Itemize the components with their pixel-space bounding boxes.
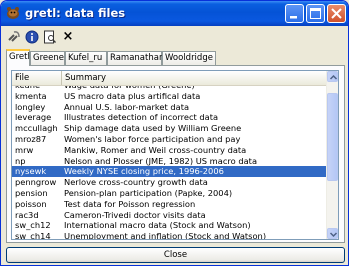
tab-gretl[interactable]: Gretl <box>6 49 30 66</box>
file-cell: penngrow <box>15 177 57 188</box>
summary-cell: Test data for Poisson regression <box>64 198 196 209</box>
table-row[interactable]: np Nelson and Plosser (JME, 1982) US macr… <box>12 156 327 167</box>
table-row[interactable]: leverage Illustrates detection of incorre… <box>12 112 327 123</box>
minimize-button[interactable] <box>285 4 304 23</box>
column-header-file[interactable]: File <box>12 71 62 85</box>
toolbar: × <box>5 28 344 46</box>
file-cell: mccullagh <box>15 123 58 134</box>
summary-cell: Nelson and Plosser (JME, 1982) US macro … <box>64 155 258 166</box>
tab-panel: File Summary keaneWage data for women (G… <box>6 65 345 243</box>
file-cell: poisson <box>15 198 47 209</box>
list-header: File Summary <box>12 71 327 86</box>
scroll-thumb[interactable] <box>327 93 338 181</box>
vertical-scrollbar[interactable] <box>326 71 338 239</box>
tab-ramanathan[interactable]: Ramanathan <box>107 51 164 66</box>
file-cell: nysewk <box>15 166 47 177</box>
file-cell: rac3d <box>15 209 39 220</box>
close-window-button[interactable] <box>327 4 346 23</box>
column-header-summary[interactable]: Summary <box>62 71 327 85</box>
table-row[interactable]: nysewk Weekly NYSE closing price, 1996-20… <box>12 166 327 178</box>
file-cell: mrw <box>15 144 34 155</box>
table-row[interactable]: poisson Test data for Poisson regression <box>12 199 327 210</box>
title-bar[interactable]: gretl: data files <box>1 1 348 26</box>
table-row[interactable]: rac3d Cameron-Trivedi doctor visits data <box>12 210 327 221</box>
gretl-app-icon <box>5 5 21 21</box>
summary-cell: Cameron-Trivedi doctor visits data <box>64 209 206 220</box>
file-cell: sw_ch12 <box>15 220 51 231</box>
summary-cell: International macro data (Stock and Wats… <box>64 220 251 231</box>
table-row[interactable]: penngrow Nerlove cross-country growth dat… <box>12 177 327 188</box>
file-cell: mroz87 <box>15 133 47 144</box>
file-cell: pension <box>15 187 48 198</box>
summary-cell: Illustrates detection of incorrect data <box>64 112 219 123</box>
window-title: gretl: data files <box>25 6 126 20</box>
tab-kufel-ru[interactable]: Kufel_ru <box>65 51 107 66</box>
list-rows: keaneWage data for women (Greene)kmentaU… <box>12 86 327 239</box>
scroll-up-arrow-icon[interactable] <box>327 71 338 82</box>
table-row[interactable]: sw_ch14 Unemployment and inflation (Stock… <box>12 231 327 239</box>
table-row[interactable]: mroz87 Women's labor force participation … <box>12 134 327 145</box>
table-row[interactable]: mrw Mankiw, Romer and Weil cross-country … <box>12 145 327 156</box>
summary-cell: Pension-plan participation (Papke, 2004) <box>64 187 233 198</box>
info-icon[interactable] <box>23 28 41 46</box>
tab-bar: Gretl Greene Kufel_ru Ramanathan Wooldri… <box>6 49 343 66</box>
data-files-list[interactable]: File Summary keaneWage data for women (G… <box>11 70 339 240</box>
table-row[interactable]: longley Annual U.S. labor-market data <box>12 102 327 113</box>
table-row[interactable]: sw_ch12 International macro data (Stock a… <box>12 220 327 231</box>
table-row[interactable]: kmenta US macro data plus artifical data <box>12 91 327 102</box>
close-button[interactable]: Close <box>6 247 345 263</box>
maximize-button[interactable] <box>306 4 325 23</box>
file-cell: longley <box>15 101 46 112</box>
data-files-window: gretl: data files × Gretl Greene Kufel_r… <box>0 0 349 266</box>
file-cell: kmenta <box>15 90 47 101</box>
summary-cell: Ship damage data used by William Greene <box>64 123 242 134</box>
file-cell: leverage <box>15 112 52 123</box>
find-icon[interactable] <box>41 28 59 46</box>
summary-cell: Women's labor force participation and pa… <box>64 133 241 144</box>
tab-wooldridge[interactable]: Wooldridge <box>162 51 216 66</box>
summary-cell: Weekly NYSE closing price, 1996-2006 <box>64 166 224 177</box>
open-data-icon[interactable] <box>5 28 23 46</box>
summary-cell: Mankiw, Romer and Weil cross-country dat… <box>64 144 247 155</box>
tab-greene[interactable]: Greene <box>30 51 65 66</box>
close-icon[interactable]: × <box>59 28 77 46</box>
summary-cell: Annual U.S. labor-market data <box>64 101 190 112</box>
scroll-down-arrow-icon[interactable] <box>327 228 338 239</box>
file-cell: sw_ch14 <box>15 231 51 239</box>
summary-cell: Nerlove cross-country growth data <box>64 177 208 188</box>
summary-cell: Unemployment and inflation (Stock and Wa… <box>64 231 267 239</box>
table-row[interactable]: mccullagh Ship damage data used by Willia… <box>12 123 327 134</box>
summary-cell: US macro data plus artifical data <box>64 90 201 101</box>
table-row[interactable]: pension Pension-plan participation (Papke… <box>12 188 327 199</box>
file-cell: np <box>15 155 26 166</box>
